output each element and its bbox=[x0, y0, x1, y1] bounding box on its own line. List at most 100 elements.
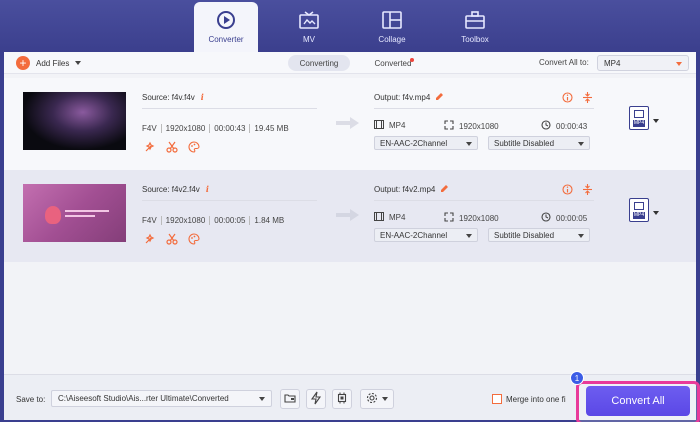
output-format: MP4 bbox=[374, 212, 405, 223]
thumbnail-text-line bbox=[65, 210, 109, 212]
merge-checkbox[interactable] bbox=[492, 394, 502, 404]
source-resolution: 1920x1080 bbox=[165, 124, 206, 133]
divider bbox=[142, 200, 317, 201]
film-icon bbox=[374, 120, 384, 131]
output-resolution: 1920x1080 bbox=[444, 120, 499, 132]
chevron-down-icon bbox=[259, 397, 265, 401]
chevron-down-icon bbox=[578, 142, 584, 146]
audio-track-select[interactable]: EN-AAC-2Channel bbox=[374, 228, 478, 242]
source-size: 1.84 MB bbox=[254, 216, 285, 225]
divider bbox=[374, 200, 594, 201]
output-format-badge[interactable]: MP4 bbox=[629, 106, 649, 130]
output-duration-value: 00:00:05 bbox=[556, 213, 588, 223]
chevron-down-icon[interactable] bbox=[653, 119, 659, 123]
output-path-value: C:\Aiseesoft Studio\Ais...rter Ultimate\… bbox=[58, 394, 229, 403]
enhance-icon[interactable] bbox=[144, 233, 156, 245]
pencil-icon[interactable] bbox=[435, 92, 444, 103]
convert-all-to-label: Convert All to: bbox=[539, 58, 589, 67]
folder-icon bbox=[284, 393, 296, 405]
source-meta: F4V 1920x1080 00:00:43 19.45 MB bbox=[142, 124, 289, 133]
info-circle-icon[interactable] bbox=[561, 91, 573, 103]
output-format-value: MP4 bbox=[389, 121, 406, 130]
file-row: Source: f4v2.f4v i F4V 1920x1080 00:00:05… bbox=[4, 170, 696, 262]
compress-icon[interactable] bbox=[581, 183, 593, 195]
output-resolution-value: 1920x1080 bbox=[459, 213, 499, 223]
chevron-down-icon[interactable] bbox=[75, 61, 82, 65]
convert-all-format-select[interactable]: MP4 bbox=[597, 55, 689, 71]
info-circle-icon[interactable] bbox=[561, 183, 573, 195]
tab-converter[interactable]: Converter bbox=[194, 2, 258, 52]
plus-icon: + bbox=[16, 56, 30, 70]
save-to-label: Save to: bbox=[16, 395, 46, 404]
divider bbox=[374, 108, 594, 109]
film-icon bbox=[634, 202, 644, 210]
audio-track-select[interactable]: EN-AAC-2Channel bbox=[374, 136, 478, 150]
film-icon bbox=[634, 110, 644, 118]
bottom-bar: Save to: C:\Aiseesoft Studio\Ais...rter … bbox=[4, 371, 700, 422]
audio-track-value: EN-AAC-2Channel bbox=[380, 230, 448, 240]
info-icon[interactable]: i bbox=[201, 92, 204, 102]
audio-track-value: EN-AAC-2Channel bbox=[380, 138, 448, 148]
subtitle-select[interactable]: Subtitle Disabled bbox=[488, 228, 590, 242]
subtitle-value: Subtitle Disabled bbox=[494, 230, 555, 240]
output-text: Output: f4v.mp4 bbox=[374, 93, 431, 102]
tab-toolbox[interactable]: Toolbox bbox=[443, 2, 507, 52]
clock-icon bbox=[541, 212, 551, 224]
output-format-badge[interactable]: MP4 bbox=[629, 198, 649, 222]
output-resolution: 1920x1080 bbox=[444, 212, 499, 224]
output-text: Output: f4v2.mp4 bbox=[374, 185, 436, 194]
video-thumbnail[interactable] bbox=[23, 184, 126, 242]
source-resolution: 1920x1080 bbox=[165, 216, 206, 225]
output-duration: 00:00:05 bbox=[541, 212, 587, 224]
settings-button[interactable] bbox=[360, 389, 394, 409]
source-text: Source: f4v2.f4v bbox=[142, 185, 200, 194]
source-meta: F4V 1920x1080 00:00:05 1.84 MB bbox=[142, 216, 284, 225]
chevron-down-icon[interactable] bbox=[653, 211, 659, 215]
cut-icon[interactable] bbox=[166, 233, 178, 245]
video-thumbnail[interactable] bbox=[23, 92, 126, 150]
gpu-acceleration-button[interactable] bbox=[306, 389, 326, 409]
source-duration: 00:00:43 bbox=[214, 124, 246, 133]
subtitle-select[interactable]: Subtitle Disabled bbox=[488, 136, 590, 150]
compress-icon[interactable] bbox=[581, 91, 593, 103]
top-nav: Converter MV Collage Toolbox bbox=[0, 0, 700, 52]
info-icon[interactable]: i bbox=[206, 184, 209, 194]
notification-dot bbox=[410, 58, 414, 62]
output-path-select[interactable]: C:\Aiseesoft Studio\Ais...rter Ultimate\… bbox=[51, 390, 272, 407]
tab-label: MV bbox=[303, 35, 315, 44]
output-name: Output: f4v2.mp4 bbox=[374, 184, 449, 195]
converter-toolbar: + Add Files Converting Converted Convert… bbox=[4, 52, 696, 74]
chip-off-icon bbox=[336, 392, 348, 406]
expand-icon bbox=[444, 212, 454, 224]
file-row: Source: f4v.f4v i F4V 1920x1080 00:00:43 … bbox=[4, 78, 696, 170]
pencil-icon[interactable] bbox=[440, 184, 449, 195]
enhance-icon[interactable] bbox=[144, 141, 156, 153]
tab-label: Toolbox bbox=[461, 35, 489, 44]
thumbnail-figure bbox=[45, 206, 61, 224]
tab-collage[interactable]: Collage bbox=[360, 2, 424, 52]
hardware-acceleration-button[interactable] bbox=[332, 389, 352, 409]
film-icon bbox=[374, 212, 384, 223]
tab-converted-label: Converted bbox=[374, 58, 412, 68]
palette-icon[interactable] bbox=[188, 233, 200, 245]
mv-icon bbox=[298, 10, 320, 30]
output-format-value: MP4 bbox=[389, 213, 406, 222]
merge-option[interactable]: Merge into one fi bbox=[492, 394, 566, 404]
tab-label: Collage bbox=[378, 35, 406, 44]
chevron-down-icon bbox=[676, 62, 682, 66]
arrow-right-icon bbox=[336, 117, 359, 129]
convert-all-button[interactable]: Convert All bbox=[586, 386, 690, 416]
step-number-badge: 1 bbox=[570, 371, 584, 385]
cut-icon[interactable] bbox=[166, 141, 178, 153]
open-folder-button[interactable] bbox=[280, 389, 300, 409]
palette-icon[interactable] bbox=[188, 141, 200, 153]
output-tools bbox=[561, 183, 593, 195]
tab-converting[interactable]: Converting bbox=[288, 55, 350, 71]
add-files-button[interactable]: + Add Files bbox=[16, 56, 82, 70]
tab-mv[interactable]: MV bbox=[277, 2, 341, 52]
lightning-off-icon bbox=[310, 391, 322, 407]
output-name: Output: f4v.mp4 bbox=[374, 92, 444, 103]
source-name: Source: f4v2.f4v i bbox=[142, 184, 209, 194]
edit-tools bbox=[144, 141, 200, 153]
tab-converted[interactable]: Converted bbox=[362, 55, 424, 71]
